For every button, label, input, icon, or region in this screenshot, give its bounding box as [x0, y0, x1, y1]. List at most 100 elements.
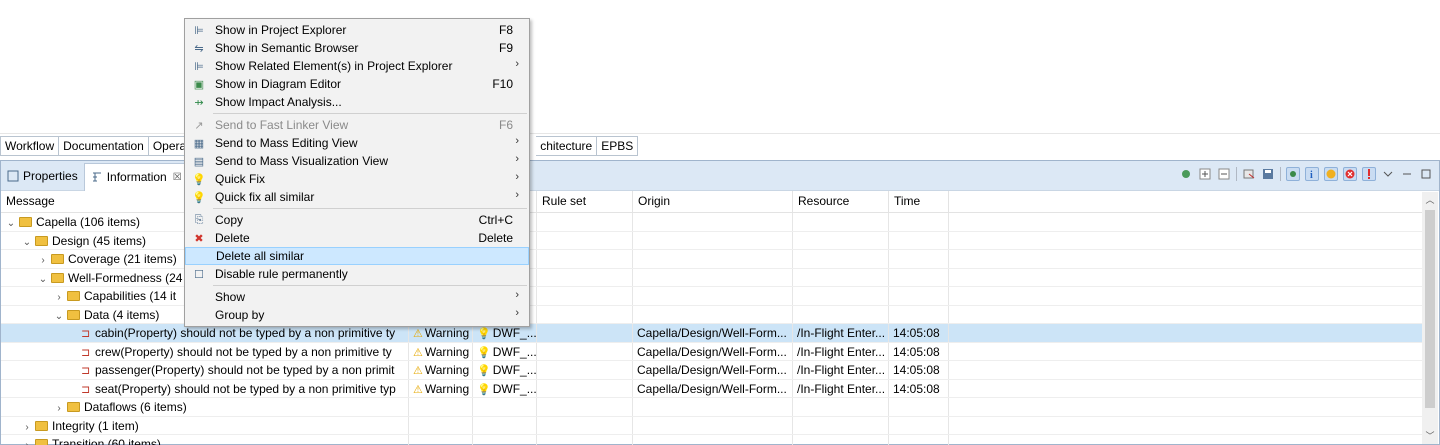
chevron-right-icon[interactable]: ›	[21, 438, 33, 445]
cell-rule-set[interactable]	[537, 379, 633, 397]
cell-resource[interactable]	[793, 398, 889, 416]
cell-message[interactable]: ⊐ seat(Property) should not be typed by a…	[1, 379, 409, 397]
cell-origin[interactable]	[633, 250, 793, 268]
cell-resource[interactable]	[793, 231, 889, 249]
cell-rule-set[interactable]	[537, 342, 633, 360]
menu-item-show-in-diagram-editor[interactable]: ▣ Show in Diagram Editor F10	[185, 75, 529, 93]
table-row[interactable]: › Transition (60 items)	[1, 435, 1423, 445]
cell-rule-set[interactable]	[537, 398, 633, 416]
cell-severity[interactable]: ⚠ Warning	[409, 379, 473, 397]
table-row[interactable]: ⊐ passenger(Property) should not be typed…	[1, 361, 1423, 380]
menu-item-copy[interactable]: ⎘ Copy Ctrl+C	[185, 211, 529, 229]
scrollbar-thumb[interactable]	[1425, 210, 1435, 408]
cell-time[interactable]: 14:05:08	[889, 324, 949, 342]
filter-toggle-icon[interactable]	[1286, 167, 1300, 181]
cell-severity[interactable]	[409, 398, 473, 416]
tab-properties[interactable]: Properties	[1, 163, 84, 189]
cell-severity[interactable]	[409, 416, 473, 434]
minimize-icon[interactable]	[1400, 167, 1414, 181]
cell-time[interactable]	[889, 398, 949, 416]
menu-item-show-in-project-explorer[interactable]: ⊫ Show in Project Explorer F8	[185, 21, 529, 39]
cell-rule-set[interactable]	[537, 416, 633, 434]
cell-rule[interactable]	[473, 398, 537, 416]
cell-rule[interactable]: 💡 DWF_...	[473, 379, 537, 397]
save-icon[interactable]	[1261, 167, 1275, 181]
cell-message[interactable]: ⊐ passenger(Property) should not be typed…	[1, 361, 409, 379]
cell-rule-set[interactable]	[537, 435, 633, 445]
cell-severity[interactable]	[409, 435, 473, 445]
cell-resource[interactable]	[793, 213, 889, 231]
column-header-resource[interactable]: Resource	[793, 191, 889, 212]
cell-resource[interactable]	[793, 305, 889, 323]
cell-time[interactable]: 14:05:08	[889, 342, 949, 360]
cell-rule-set[interactable]	[537, 324, 633, 342]
cell-resource[interactable]: /In-Flight Enter...	[793, 361, 889, 379]
cell-rule-set[interactable]	[537, 305, 633, 323]
cell-time[interactable]	[889, 287, 949, 305]
cell-time[interactable]: 14:05:08	[889, 361, 949, 379]
cell-message[interactable]: › Integrity (1 item)	[1, 416, 409, 434]
scroll-down-icon[interactable]: ﹀	[1422, 428, 1438, 444]
cell-rule-set[interactable]	[537, 250, 633, 268]
menu-item-send-to-mass-visualization-view[interactable]: ▤ Send to Mass Visualization View ›	[185, 152, 529, 170]
table-row[interactable]: › Dataflows (6 items)	[1, 398, 1423, 417]
perspective-tab-3[interactable]: chitecture	[536, 136, 598, 156]
perspective-tab-0[interactable]: Workflow	[0, 136, 60, 156]
chevron-down-icon[interactable]: ⌄	[53, 309, 65, 324]
menu-item-quick-fix-all-similar[interactable]: 💡 Quick fix all similar ›	[185, 188, 529, 206]
cell-resource[interactable]	[793, 287, 889, 305]
close-icon[interactable]: ☒	[173, 172, 182, 183]
column-header-rule-set[interactable]: Rule set	[537, 191, 633, 212]
table-row[interactable]: › Integrity (1 item)	[1, 416, 1423, 435]
maximize-icon[interactable]	[1419, 167, 1433, 181]
cell-time[interactable]	[889, 231, 949, 249]
menu-item-show-related-element-s-in-project-explorer[interactable]: ⊫ Show Related Element(s) in Project Expl…	[185, 57, 529, 75]
cell-origin[interactable]	[633, 231, 793, 249]
cell-rule[interactable]	[473, 416, 537, 434]
cell-origin[interactable]	[633, 435, 793, 445]
cell-rule[interactable]	[473, 435, 537, 445]
cell-resource[interactable]: /In-Flight Enter...	[793, 324, 889, 342]
cell-resource[interactable]	[793, 268, 889, 286]
chevron-down-icon[interactable]: ⌄	[21, 235, 33, 250]
perspective-tab-1[interactable]: Documentation	[59, 136, 149, 156]
cell-time[interactable]	[889, 268, 949, 286]
column-header-origin[interactable]: Origin	[633, 191, 793, 212]
warning-filter-icon[interactable]	[1324, 167, 1338, 181]
chevron-right-icon[interactable]: ›	[53, 290, 65, 305]
cell-origin[interactable]: Capella/Design/Well-Form...	[633, 379, 793, 397]
cell-rule[interactable]: 💡 DWF_...	[473, 342, 537, 360]
menu-item-disable-rule-permanently[interactable]: ☐ Disable rule permanently	[185, 265, 529, 283]
menu-item-group-by[interactable]: Group by ›	[185, 306, 529, 324]
collapse-all-icon[interactable]	[1217, 167, 1231, 181]
cell-rule-set[interactable]	[537, 231, 633, 249]
table-row[interactable]: ⊐ seat(Property) should not be typed by a…	[1, 379, 1423, 398]
perspective-tab-4[interactable]: EPBS	[597, 136, 639, 156]
cell-message[interactable]: ⊐ crew(Property) should not be typed by a…	[1, 342, 409, 360]
cell-origin[interactable]	[633, 268, 793, 286]
vertical-scrollbar[interactable]: ︿ ﹀	[1422, 192, 1438, 444]
cell-time[interactable]	[889, 213, 949, 231]
cell-resource[interactable]	[793, 250, 889, 268]
cell-resource[interactable]: /In-Flight Enter...	[793, 379, 889, 397]
cell-rule[interactable]: 💡 DWF_...	[473, 361, 537, 379]
chevron-down-icon[interactable]: ⌄	[37, 272, 49, 287]
cell-rule-set[interactable]	[537, 287, 633, 305]
cell-origin[interactable]	[633, 416, 793, 434]
cell-origin[interactable]	[633, 287, 793, 305]
cell-severity[interactable]: ⚠ Warning	[409, 361, 473, 379]
menu-item-delete[interactable]: ✖ Delete Delete	[185, 229, 529, 247]
cell-rule-set[interactable]	[537, 268, 633, 286]
cell-origin[interactable]: Capella/Design/Well-Form...	[633, 324, 793, 342]
cell-time[interactable]	[889, 416, 949, 434]
chevron-right-icon[interactable]: ›	[37, 253, 49, 268]
cell-origin[interactable]: Capella/Design/Well-Form...	[633, 361, 793, 379]
cell-resource[interactable]	[793, 416, 889, 434]
fatal-filter-icon[interactable]	[1362, 167, 1376, 181]
column-header-time[interactable]: Time	[889, 191, 949, 212]
info-filter-icon[interactable]: i	[1305, 167, 1319, 181]
cell-message[interactable]: › Transition (60 items)	[1, 435, 409, 445]
expand-all-icon[interactable]	[1198, 167, 1212, 181]
cell-severity[interactable]: ⚠ Warning	[409, 342, 473, 360]
chevron-right-icon[interactable]: ›	[53, 401, 65, 416]
